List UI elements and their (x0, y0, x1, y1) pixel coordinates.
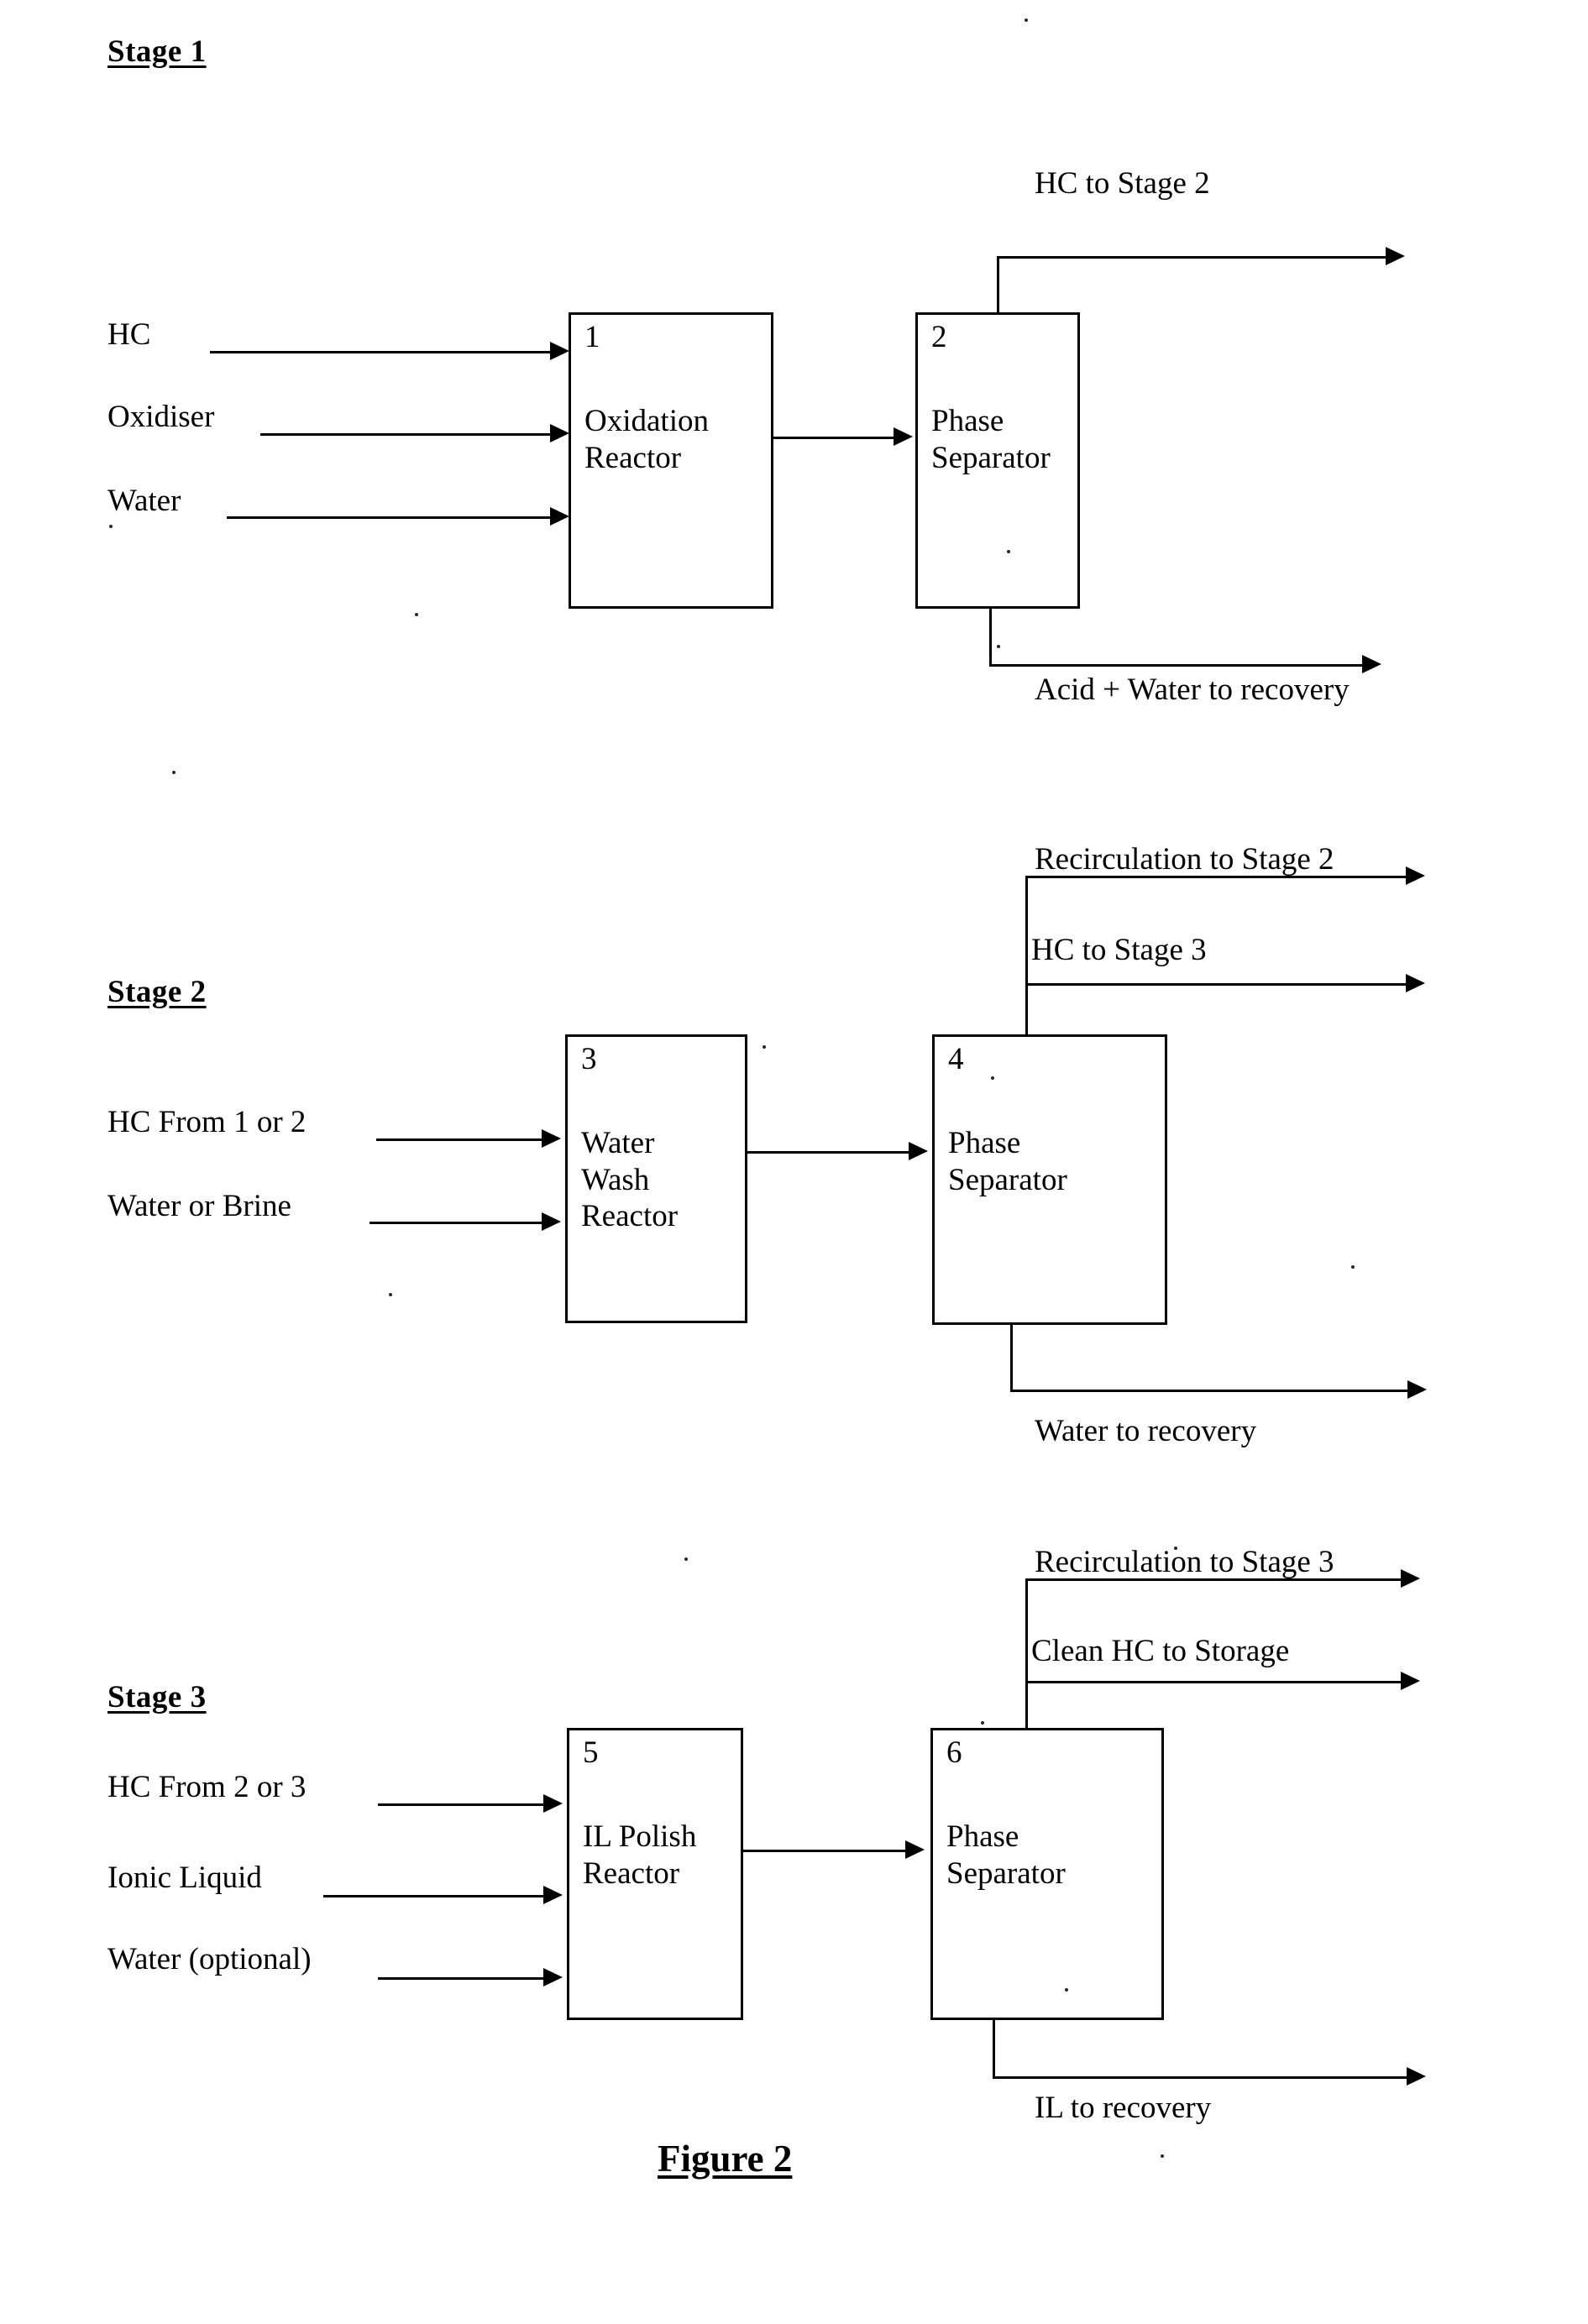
stage-1-input-arrowhead-water (550, 507, 569, 526)
scan-speck (172, 771, 176, 774)
stage-3-input-line-ionic-liquid (323, 1895, 546, 1897)
figure-caption: Figure 2 (658, 2138, 793, 2180)
stage-1-input-arrowhead-hc (550, 342, 569, 360)
stage-1-input-label-oxidiser: Oxidiser (107, 400, 215, 434)
stage-3-input-label-water-optional: Water (optional) (107, 1942, 312, 1976)
scan-speck (389, 1293, 392, 1296)
stage-3-output-line-clean-hc (1025, 1681, 1407, 1683)
stage-3-input-label-ionic-liquid: Ionic Liquid (107, 1861, 262, 1895)
stage-2-input-arrowhead-water-brine (542, 1212, 561, 1231)
stage-2-output-label-hc-to-stage-3: HC to Stage 3 (1031, 933, 1207, 967)
unit-number-3: 3 (581, 1042, 597, 1076)
scan-speck (997, 645, 1000, 648)
stage-3-input-line-water-optional (378, 1977, 546, 1980)
scan-speck (1065, 1988, 1068, 1992)
stage-3-link-line-5-to-6 (743, 1850, 907, 1852)
stage-3-output-riser (1025, 1578, 1028, 1730)
stage-1-input-label-hc: HC (107, 317, 151, 352)
unit-box-5-il-polish-reactor[interactable]: 5 IL Polish Reactor (567, 1728, 743, 2020)
scan-speck (1174, 1547, 1177, 1550)
stage-1-input-line-hc (210, 351, 554, 353)
unit-label-oxidation-reactor: Oxidation Reactor (584, 404, 709, 475)
scan-speck (981, 1721, 984, 1725)
stage-1-output-arrowhead-acid-water (1362, 655, 1381, 673)
stage-3-output-label-recirculation: Recirculation to Stage 3 (1035, 1545, 1334, 1579)
stage-1-link-arrowhead-1-to-2 (894, 427, 913, 446)
stage-2-output-arrowhead-water-to-recovery (1407, 1380, 1427, 1399)
scan-speck (415, 613, 418, 616)
unit-box-6-phase-separator[interactable]: 6 Phase Separator (930, 1728, 1164, 2020)
stage-1-input-line-water (227, 516, 554, 519)
unit-box-2-phase-separator[interactable]: 2 Phase Separator (915, 312, 1080, 609)
unit-box-1-oxidation-reactor[interactable]: 1 Oxidation Reactor (569, 312, 773, 609)
stage-1-input-label-water: Water (107, 484, 181, 518)
stage-2-link-arrowhead-3-to-4 (909, 1142, 928, 1160)
stage-3-output-arrowhead-il-to-recovery (1407, 2067, 1426, 2086)
stage-2-input-label-water-or-brine: Water or Brine (107, 1189, 291, 1223)
unit-label-phase-separator-6: Phase Separator (946, 1819, 1066, 1891)
stage-3-input-arrowhead-water-optional (543, 1968, 563, 1986)
unit-box-3-water-wash-reactor[interactable]: 3 Water Wash Reactor (565, 1034, 747, 1323)
unit-number-2: 2 (931, 320, 947, 354)
unit-label-water-wash-reactor: Water Wash Reactor (581, 1126, 679, 1234)
unit-label-il-polish-reactor: IL Polish Reactor (583, 1819, 697, 1891)
stage-3-output-line-recirculation (1025, 1578, 1407, 1581)
scan-speck (684, 1557, 688, 1561)
stage-1-output-riser-hc (997, 256, 999, 315)
stage-3-title: Stage 3 (107, 1680, 207, 1714)
stage-3-input-line-hc (378, 1803, 546, 1806)
scan-speck (763, 1045, 766, 1049)
stage-3-output-arrowhead-clean-hc (1401, 1672, 1420, 1690)
unit-number-5: 5 (583, 1735, 599, 1770)
stage-1-input-arrowhead-oxidiser (550, 424, 569, 442)
scan-speck (1025, 18, 1028, 22)
unit-number-6: 6 (946, 1735, 962, 1770)
stage-3-input-arrowhead-ionic-liquid (543, 1886, 563, 1904)
stage-2-input-line-water-brine (369, 1222, 544, 1224)
unit-number-1: 1 (584, 320, 600, 354)
scan-speck (1351, 1265, 1355, 1269)
stage-3-input-arrowhead-hc (543, 1794, 563, 1813)
stage-2-output-arrowhead-recirculation (1406, 866, 1425, 885)
stage-1-link-line-1-to-2 (773, 437, 895, 439)
stage-2-output-line-water-to-recovery (1010, 1390, 1413, 1392)
unit-label-phase-separator-2: Phase Separator (931, 404, 1051, 475)
stage-2-output-downcomer-water (1010, 1325, 1013, 1392)
stage-3-input-label-hc-from-2-or-3: HC From 2 or 3 (107, 1770, 307, 1804)
stage-2-output-line-hc-to-stage-3 (1025, 983, 1412, 986)
unit-label-phase-separator-4: Phase Separator (948, 1126, 1067, 1197)
scan-speck (1007, 550, 1010, 553)
stage-1-output-downcomer-acid-water (989, 609, 992, 666)
stage-2-input-line-hc (376, 1138, 544, 1141)
figure-page: Stage 1 HC to Stage 2 HC Oxidiser Water … (0, 0, 1588, 2324)
stage-2-output-label-recirculation: Recirculation to Stage 2 (1035, 842, 1334, 877)
stage-3-output-downcomer-il (993, 2020, 995, 2079)
stage-3-output-label-il-to-recovery: IL to recovery (1035, 2091, 1212, 2125)
stage-1-output-line-acid-water (989, 664, 1367, 667)
stage-3-output-line-il-to-recovery (993, 2076, 1412, 2079)
stage-2-output-label-water-to-recovery: Water to recovery (1035, 1414, 1257, 1448)
stage-1-output-label-acid-water-to-recovery: Acid + Water to recovery (1035, 673, 1350, 707)
stage-2-title: Stage 2 (107, 975, 207, 1009)
stage-2-link-line-3-to-4 (747, 1151, 909, 1154)
stage-2-output-riser (1025, 876, 1028, 1037)
stage-1-output-line-hc (997, 256, 1391, 259)
stage-3-output-arrowhead-recirculation (1401, 1569, 1420, 1588)
stage-1-output-label-hc-to-stage-2: HC to Stage 2 (1035, 166, 1210, 201)
unit-number-4: 4 (948, 1042, 964, 1076)
stage-2-output-arrowhead-hc-to-stage-3 (1406, 974, 1425, 992)
stage-2-output-line-recirculation (1025, 876, 1412, 878)
stage-3-link-arrowhead-5-to-6 (905, 1840, 925, 1859)
scan-speck (1161, 2154, 1164, 2158)
scan-speck (991, 1076, 994, 1080)
stage-2-input-label-hc-from-1-or-2: HC From 1 or 2 (107, 1105, 307, 1139)
unit-box-4-phase-separator[interactable]: 4 Phase Separator (932, 1034, 1167, 1325)
stage-2-input-arrowhead-hc (542, 1129, 561, 1148)
stage-1-input-line-oxidiser (260, 433, 554, 436)
scan-speck (109, 525, 113, 528)
stage-1-output-arrowhead-hc (1386, 247, 1405, 265)
stage-3-output-label-clean-hc-to-storage: Clean HC to Storage (1031, 1634, 1290, 1668)
stage-1-title: Stage 1 (107, 34, 207, 69)
